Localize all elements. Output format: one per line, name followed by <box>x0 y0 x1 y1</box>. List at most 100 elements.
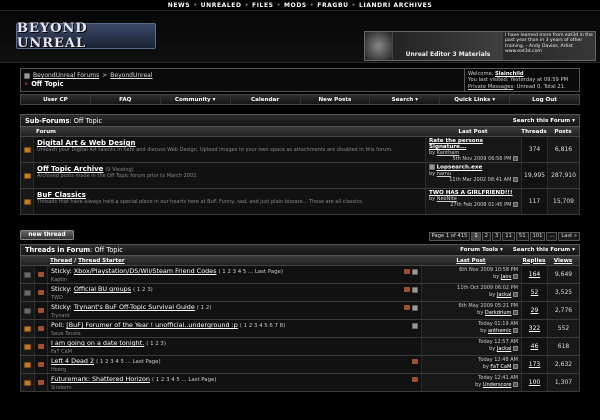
last-post-user-link[interactable]: anthemic <box>488 328 511 334</box>
nav-quick-links-dropdown[interactable]: Quick Links ▾ <box>440 95 511 104</box>
thread-pages[interactable]: ( 1 2 3) <box>133 287 153 293</box>
go-to-last-post-icon[interactable] <box>513 328 518 333</box>
nav-log-out[interactable]: Log Out <box>510 95 579 104</box>
thread-starter[interactable]: FaT CaM <box>51 349 418 355</box>
thread-row: Sticky: Trynant's BuF Off-Topic Survival… <box>20 302 580 320</box>
thread-pages[interactable]: ( 1 2 3) <box>146 341 166 347</box>
nav-mods[interactable]: MODS <box>284 2 307 9</box>
posts-count: 287,910 <box>547 163 579 188</box>
forum-home-icon[interactable] <box>24 73 30 79</box>
site-header: BEYOND UNREAL Unreal Editor 3 Materials … <box>0 11 600 63</box>
forum-title-link[interactable]: Digital Art & Web Design <box>37 139 422 147</box>
last-post-user-link[interactable]: Jackal <box>497 346 512 352</box>
breadcrumb-parent[interactable]: BeyondUnreal <box>110 72 152 80</box>
go-to-last-post-icon[interactable] <box>513 156 518 161</box>
replies-count[interactable]: 173 <box>521 356 547 373</box>
last-post-user-link[interactable]: Underscore <box>483 382 512 388</box>
sort-by-replies[interactable]: Replies <box>522 258 545 264</box>
nav-separator: • <box>193 1 198 9</box>
site-logo[interactable]: BEYOND UNREAL <box>16 21 156 51</box>
go-to-last-post-icon[interactable] <box>513 274 518 279</box>
go-to-last-post-icon[interactable] <box>513 364 518 369</box>
nav-fragbu[interactable]: FRAGBU <box>317 2 348 9</box>
replies-count[interactable]: 100 <box>521 374 547 391</box>
thread-row: Poll: [BuF] Forumer of the Year ! unoffi… <box>20 320 580 338</box>
thread-starter[interactable]: Kaptin <box>51 277 418 283</box>
last-post-user-link[interactable]: Darkdrium <box>485 310 512 316</box>
page-link[interactable]: 1 <box>471 232 481 241</box>
attachment-icon <box>412 269 418 275</box>
thread-pages[interactable]: ( 1 2 3 4 5 ... Last Page) <box>218 269 282 275</box>
thread-icon <box>38 290 44 295</box>
threads-search-dropdown[interactable]: Search this Forum ▾ <box>513 247 575 253</box>
forum-tools-dropdown[interactable]: Forum Tools ▾ <box>460 247 503 253</box>
replies-count[interactable]: 322 <box>521 320 547 337</box>
sort-by-last-post[interactable]: Last Post <box>456 258 485 264</box>
views-count: 2,632 <box>547 356 579 373</box>
nav-new-posts[interactable]: New Posts <box>301 95 371 104</box>
thread-title-link[interactable]: Official BU groups <box>74 285 131 293</box>
private-messages-link[interactable]: Private Messages <box>468 84 513 90</box>
thread-pages[interactable]: ( 1 2 3 4 5 ... Last Page) <box>96 359 160 365</box>
go-to-last-post-icon[interactable] <box>513 202 518 207</box>
replies-count[interactable]: 29 <box>521 302 547 319</box>
last-post-user-link[interactable]: FaT CaM <box>490 364 511 370</box>
forum-title-link[interactable]: BuF Classics <box>37 191 422 199</box>
replies-count[interactable]: 164 <box>521 266 547 283</box>
thread-title-link[interactable]: Left 4 Dead 2 <box>51 357 94 365</box>
ad-banner[interactable]: Unreal Editor 3 Materials I have learned… <box>364 31 596 61</box>
replies-count[interactable]: 46 <box>521 338 547 355</box>
thread-pages[interactable]: ( 1 2 3 4 5 6 7 8) <box>240 323 285 329</box>
thread-title-link[interactable]: [BuF] Forumer of the Year ! unofficial..… <box>66 321 238 329</box>
last-page-link[interactable]: Last » <box>558 232 580 241</box>
thread-status-icon <box>24 271 31 278</box>
page-link[interactable]: 3 <box>491 232 502 241</box>
sort-by-thread[interactable]: Thread <box>50 258 72 264</box>
nav-unrealed[interactable]: UNREALED <box>201 2 242 9</box>
go-to-last-post-icon[interactable] <box>513 382 518 387</box>
thread-starter[interactable]: Sindarin <box>51 385 418 391</box>
breadcrumb-root[interactable]: BeyondUnreal Forums <box>33 72 99 80</box>
username-link[interactable]: Slainchild <box>495 71 524 77</box>
thread-starter[interactable]: Seue Tecele <box>51 331 418 337</box>
page-link[interactable]: 11 <box>502 232 515 241</box>
thread-pages[interactable]: ( 1 2) <box>197 305 212 311</box>
thread-title-link[interactable]: Trynant's BuF Off-Topic Survival Guide <box>74 303 195 311</box>
nav-faq[interactable]: FAQ <box>91 95 161 104</box>
thread-pages[interactable]: ( 1 2 3 4 5 ... Last Page) <box>152 377 216 383</box>
go-to-last-post-icon[interactable] <box>513 346 518 351</box>
thread-title-link[interactable]: Futuremark: Shattered Horizon <box>51 375 150 383</box>
new-thread-button[interactable]: new thread <box>20 230 74 240</box>
go-to-last-post-icon[interactable] <box>513 176 518 182</box>
nav-community-dropdown[interactable]: Community ▾ <box>161 95 231 104</box>
go-to-last-post-icon[interactable] <box>513 310 518 315</box>
attachment-icon <box>412 305 418 311</box>
thread-title-link[interactable]: I am going on a date tonight. <box>51 339 144 347</box>
sort-by-starter[interactable]: Thread Starter <box>78 258 125 264</box>
last-post-by-label: by <box>475 382 483 388</box>
nav-user-cp[interactable]: User CP <box>21 95 91 104</box>
nav-search-dropdown[interactable]: Search ▾ <box>370 95 441 104</box>
subforums-search-dropdown[interactable]: Search this Forum ▾ <box>513 118 575 124</box>
last-post-user-link[interactable]: Jackal <box>497 292 512 298</box>
page-link[interactable]: 51 <box>515 232 529 241</box>
sort-by-views[interactable]: Views <box>554 258 572 264</box>
replies-count[interactable]: 52 <box>521 284 547 301</box>
nav-liandri-archives[interactable]: LIANDRI ARCHIVES <box>359 2 432 9</box>
thread-starter[interactable]: Trynant <box>51 313 418 319</box>
thread-starter[interactable]: Hoerg <box>51 367 418 373</box>
thread-starter[interactable]: TWD <box>51 295 418 301</box>
last-post-title-link[interactable]: Rate the persons Signature... <box>429 138 518 150</box>
tag-icon <box>412 359 418 364</box>
nav-files[interactable]: FILES <box>252 2 274 9</box>
thread-title-link[interactable]: Xbox/Playstation/DS/Wii/Steam Friend Cod… <box>74 267 217 275</box>
page-link[interactable]: 2 <box>481 232 491 241</box>
nav-news[interactable]: NEWS <box>168 2 190 9</box>
go-to-last-post-icon[interactable] <box>513 292 518 297</box>
page-link[interactable]: 101 <box>529 232 546 241</box>
forum-title-link[interactable]: Off Topic Archive <box>37 165 103 173</box>
last-post-user-link[interactable]: Jaov <box>501 274 512 280</box>
nav-calendar[interactable]: Calendar <box>231 95 301 104</box>
subforums-table: Sub-Forums: Off Topic Search this Forum … <box>20 114 580 215</box>
poll-icon <box>412 323 418 329</box>
